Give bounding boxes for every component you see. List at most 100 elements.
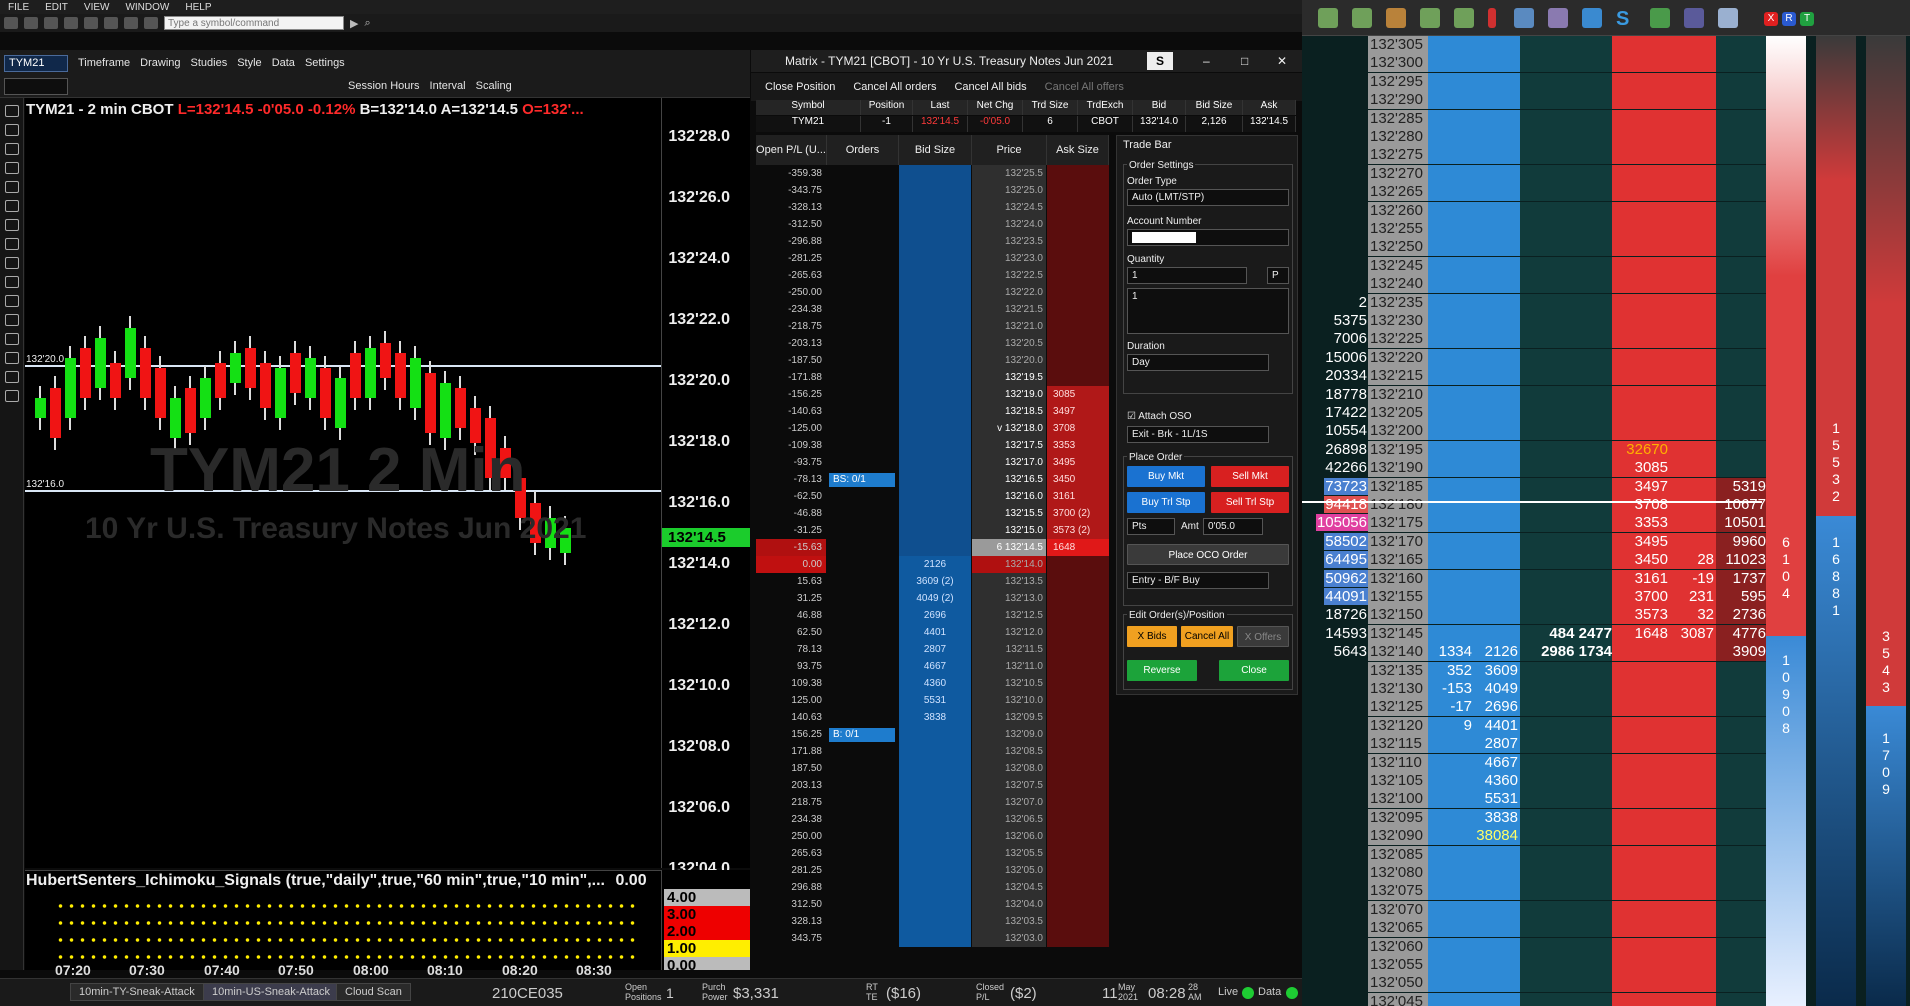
chart-icon[interactable] (1684, 8, 1704, 28)
dom-bid1-cell[interactable] (1428, 293, 1474, 312)
dom-ask1-cell[interactable] (1612, 348, 1670, 367)
ask-size-cell[interactable] (1047, 165, 1109, 182)
dom-row[interactable]: 132'090 38084 (1302, 827, 1768, 846)
dom-trade-cell[interactable] (1520, 238, 1612, 257)
dom-ask2-cell[interactable] (1670, 514, 1716, 533)
dom-row[interactable]: 132'070 (1302, 900, 1768, 919)
matrix-menu-button[interactable]: S (1147, 52, 1173, 70)
interval-menu[interactable]: Interval (430, 80, 466, 92)
dom-price-cell[interactable]: 132'080 (1368, 864, 1428, 882)
amt-input[interactable]: 0'05.0 (1203, 518, 1263, 535)
dom-price-cell[interactable]: 132'125 (1368, 698, 1428, 717)
dom-bid2-cell[interactable] (1474, 404, 1520, 422)
dom-ask1-cell[interactable] (1612, 716, 1670, 735)
dom-price-cell[interactable]: 132'305 (1368, 36, 1428, 54)
orders-cell[interactable] (827, 760, 897, 777)
dom-bid2-cell[interactable] (1474, 606, 1520, 625)
drawing-menu[interactable]: Drawing (140, 57, 180, 69)
dom-ask3-cell[interactable]: 4776 (1716, 624, 1768, 643)
order-tag[interactable]: B: 0/1 (829, 728, 895, 742)
dom-ask1-cell[interactable]: 3700 (1612, 588, 1670, 606)
bid-size-cell[interactable]: 2807 (899, 641, 971, 658)
dom-ask1-cell[interactable]: 3161 (1612, 569, 1670, 588)
price-cell[interactable]: 132'21.5 (972, 301, 1046, 318)
dom-bid1-cell[interactable] (1428, 238, 1474, 257)
arrow-icon[interactable] (5, 314, 19, 326)
orders-cell[interactable] (827, 811, 897, 828)
orders-cell[interactable] (827, 301, 897, 318)
dom-price-cell[interactable]: 132'165 (1368, 551, 1428, 570)
dom-price-cell[interactable]: 132'145 (1368, 624, 1428, 643)
dom-bid1-cell[interactable] (1428, 882, 1474, 901)
dom-bid2-cell[interactable] (1474, 348, 1520, 367)
bid-size-cell[interactable] (899, 454, 971, 471)
dom-price-cell[interactable]: 132'105 (1368, 772, 1428, 790)
dom-bid1-cell[interactable]: 1334 (1428, 643, 1474, 662)
bid-size-cell[interactable]: 4401 (899, 624, 971, 641)
ladder-row[interactable]: -93.75 132'17.0 3495 (756, 454, 1109, 471)
price-cell[interactable]: 132'15.5 (972, 505, 1046, 522)
dom-ask1-cell[interactable] (1612, 220, 1670, 238)
dom-bid2-cell[interactable]: 2126 (1474, 643, 1520, 662)
dom-row[interactable]: 132'265 (1302, 183, 1768, 202)
dom-ask2-cell[interactable] (1670, 385, 1716, 404)
dom-ask2-cell[interactable] (1670, 367, 1716, 386)
dom-bid2-cell[interactable] (1474, 974, 1520, 993)
dom-row[interactable]: 17422 132'205 (1302, 404, 1768, 422)
dom-ask3-cell[interactable]: 3909 (1716, 643, 1768, 662)
dom-bid2-cell[interactable] (1474, 956, 1520, 974)
dom-bid2-cell[interactable]: 3838 (1474, 808, 1520, 827)
dom-ask3-cell[interactable]: 5319 (1716, 477, 1768, 496)
dom-row[interactable]: 132'115 2807 (1302, 735, 1768, 754)
tab-cloud-scan[interactable]: Cloud Scan (336, 983, 411, 1001)
dom-bid2-cell[interactable] (1474, 477, 1520, 496)
ask-size-cell[interactable] (1047, 284, 1109, 301)
dom-row[interactable]: 18778 132'210 (1302, 385, 1768, 404)
ladder-row[interactable]: 156.25 B: 0/1 132'09.0 (756, 726, 1109, 743)
dom-row[interactable]: 15006 132'220 (1302, 348, 1768, 367)
dom-price-cell[interactable]: 132'095 (1368, 808, 1428, 827)
dom-bid1-cell[interactable]: 352 (1428, 661, 1474, 680)
ladder-row[interactable]: -62.50 132'16.0 3161 (756, 488, 1109, 505)
bid-size-cell[interactable] (899, 845, 971, 862)
dom-row[interactable]: 44091 132'155 3700 231 595 (1302, 588, 1768, 606)
bid-size-cell[interactable] (899, 522, 971, 539)
dom-ask1-cell[interactable] (1612, 680, 1670, 698)
dom-ask1-cell[interactable] (1612, 956, 1670, 974)
dom-ask2-cell[interactable] (1670, 716, 1716, 735)
price-cell[interactable]: 132'07.0 (972, 794, 1046, 811)
dom-bid2-cell[interactable]: 3609 (1474, 661, 1520, 680)
dom-row[interactable]: 73723 132'185 3497 5319 (1302, 477, 1768, 496)
dom-bid2-cell[interactable] (1474, 330, 1520, 349)
dom-trade-cell[interactable]: 484 2477 (1520, 624, 1612, 643)
dom-bid2-cell[interactable] (1474, 937, 1520, 956)
close-icon[interactable]: ✕ (1277, 50, 1287, 72)
dom-row[interactable]: 132'105 4360 (1302, 772, 1768, 790)
ask-size-cell[interactable]: 3495 (1047, 454, 1109, 471)
buy-mkt-button[interactable]: Buy Mkt (1127, 466, 1205, 487)
dom-price-cell[interactable]: 132'210 (1368, 385, 1428, 404)
price-cell[interactable]: 132'12.5 (972, 607, 1046, 624)
dom-ask1-cell[interactable] (1612, 91, 1670, 110)
dom-price-cell[interactable]: 132'060 (1368, 937, 1428, 956)
alert-icon[interactable] (1488, 8, 1496, 28)
orders-cell[interactable] (827, 930, 897, 947)
dom-bid1-cell[interactable] (1428, 864, 1474, 882)
ladder-row[interactable]: -46.88 132'15.5 3700 (2) (756, 505, 1109, 522)
dom-price-cell[interactable]: 132'170 (1368, 532, 1428, 551)
dom-price-cell[interactable]: 132'270 (1368, 164, 1428, 183)
dom-trade-cell[interactable] (1520, 275, 1612, 294)
price-ladder[interactable]: -359.38 132'25.5 -343.75 132'25.0 -328.13 132… (756, 165, 1109, 962)
price-cell[interactable]: 132'24.0 (972, 216, 1046, 233)
ask-size-cell[interactable] (1047, 267, 1109, 284)
dom-ask2-cell[interactable] (1670, 864, 1716, 882)
menu-view[interactable]: VIEW (76, 2, 118, 13)
dom-row[interactable]: 132'045 (1302, 992, 1768, 1006)
dom-bid2-cell[interactable]: 4667 (1474, 753, 1520, 772)
dom-price-cell[interactable]: 132'050 (1368, 974, 1428, 993)
dom-ask1-cell[interactable] (1612, 974, 1670, 993)
bid-size-cell[interactable] (899, 369, 971, 386)
dom-price-cell[interactable]: 132'185 (1368, 477, 1428, 496)
dom-ask3-cell[interactable] (1716, 330, 1768, 349)
ladder-row[interactable]: 125.00 5531 132'10.0 (756, 692, 1109, 709)
